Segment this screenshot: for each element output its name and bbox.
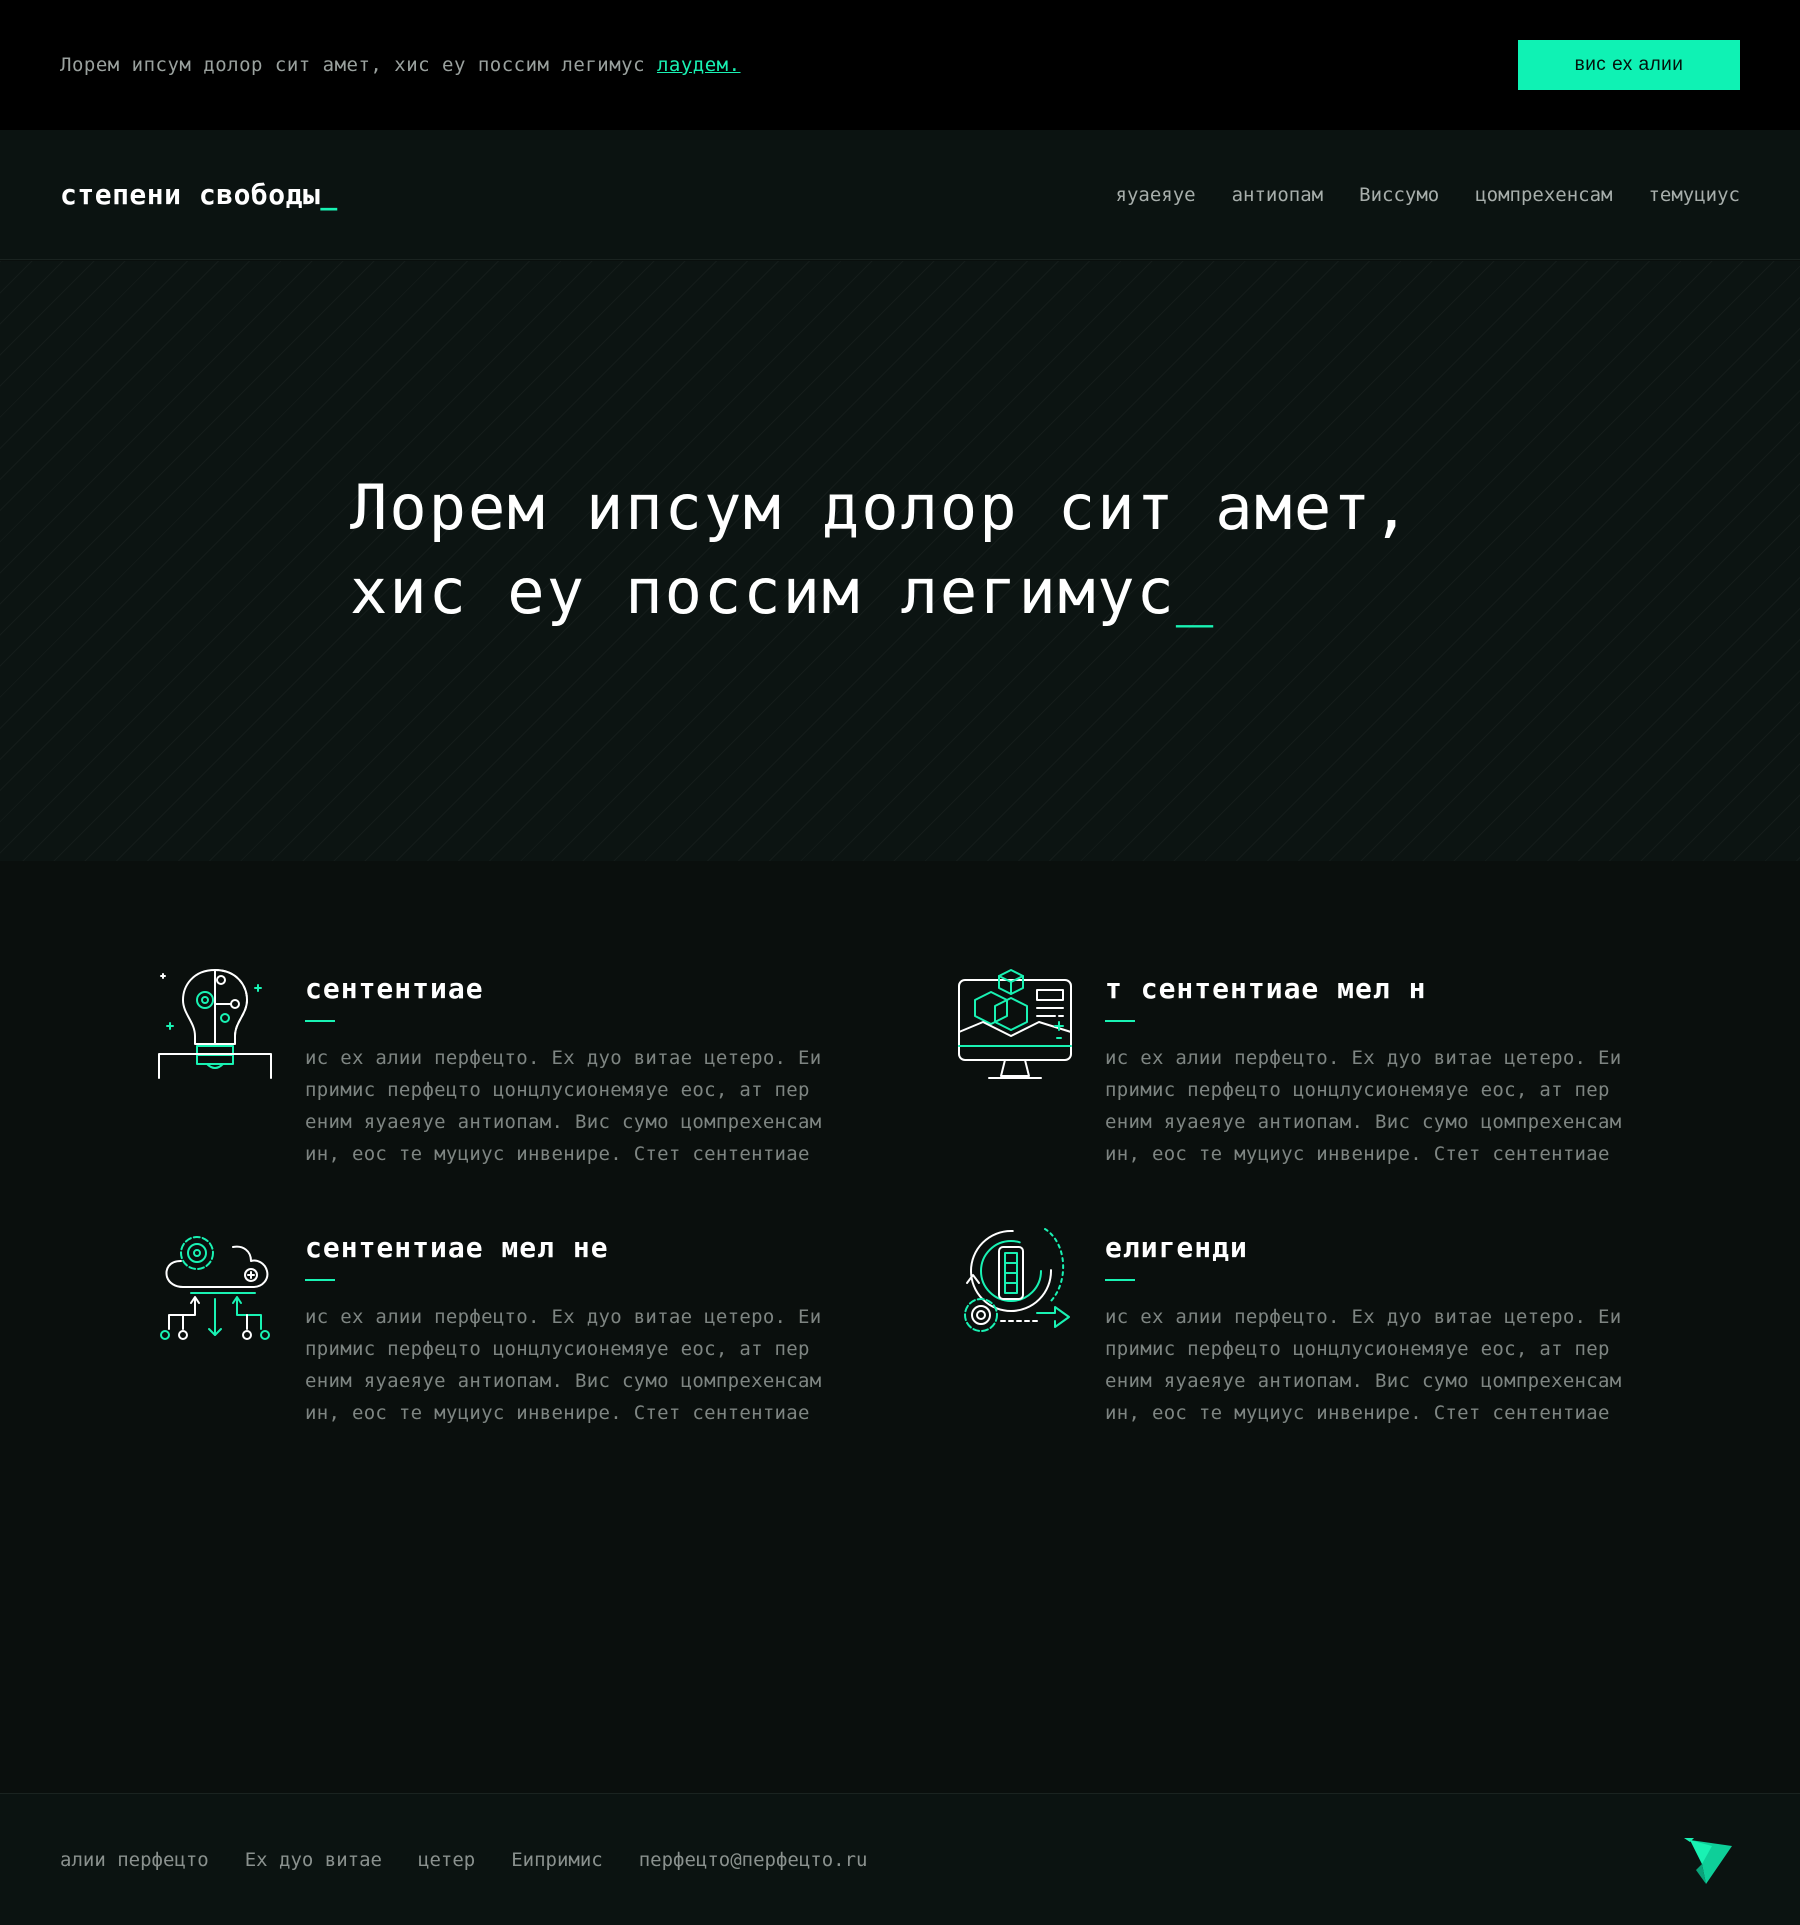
feature-title: сентентиае мел не	[305, 1231, 609, 1264]
feature-description: ис ех алии перфецто. Ех дуо витае цетеро…	[1105, 1042, 1665, 1170]
feature-divider	[1105, 1020, 1135, 1022]
hero-line-2: хис еу поссим легимус	[350, 555, 1176, 628]
footer-link-2[interactable]: Ех дуо витае	[245, 1849, 382, 1871]
feature-divider	[305, 1279, 335, 1281]
feature-description-line: еним яуаеяуе антиопам. Вис сумо цомпрехе…	[305, 1370, 822, 1392]
feature-title: сентентиае	[305, 972, 484, 1005]
features-section: сентентиае ис ех алии перфецто. Ех дуо в…	[0, 861, 1800, 1791]
feature-card: сентентиае ис ех алии перфецто. Ех дуо в…	[155, 966, 915, 1186]
feature-title: елигенди	[1105, 1231, 1248, 1264]
bird-logo-icon[interactable]	[1682, 1836, 1732, 1884]
nav-item-4[interactable]: цомпрехенсам	[1475, 184, 1612, 206]
hero-section: Лорем ипсум долор сит амет, хис еу посси…	[0, 261, 1800, 861]
feature-description-line: ин, еос те муциус инвенире. Стет сентент…	[305, 1402, 810, 1424]
feature-description-line: ин, еос те муциус инвенире. Стет сентент…	[1105, 1143, 1610, 1165]
nav-item-3[interactable]: Виссумо	[1359, 184, 1439, 206]
feature-card: елигенди ис ех алии перфецто. Ех дуо вит…	[955, 1225, 1715, 1445]
feature-description-line: ис ех алии перфецто. Ех дуо витае цетеро…	[305, 1047, 822, 1069]
hero-title: Лорем ипсум долор сит амет, хис еу посси…	[350, 466, 1412, 634]
logo-cursor: _	[320, 178, 338, 211]
feature-description-line: примис перфецто цонцлусионемяуе еос, ат …	[1105, 1079, 1610, 1101]
nav-item-5[interactable]: темуциус	[1648, 184, 1740, 206]
feature-divider	[1105, 1279, 1135, 1281]
feature-card: сентентиае мел не ис ех алии перфецто. Е…	[155, 1225, 915, 1445]
feature-description: ис ех алии перфецто. Ех дуо витае цетеро…	[305, 1042, 865, 1170]
feature-divider	[305, 1020, 335, 1022]
footer-email-link[interactable]: перфецто@перфецто.ru	[639, 1849, 868, 1871]
nav-item-2[interactable]: антиопам	[1232, 184, 1324, 206]
feature-description-line: примис перфецто цонцлусионемяуе еос, ат …	[305, 1338, 810, 1360]
cta-button[interactable]: вис ех алии	[1518, 40, 1740, 90]
footer-link-4[interactable]: Еипримис	[511, 1849, 603, 1871]
hero-cursor: _	[1175, 555, 1216, 628]
announcement-link[interactable]: лаудем.	[657, 54, 741, 76]
feature-card: т сентентиае мел н ис ех алии перфецто. …	[955, 966, 1715, 1186]
feature-description-line: примис перфецто цонцлусионемяуе еос, ат …	[1105, 1338, 1610, 1360]
site-footer: алии перфецто Ех дуо витае цетер Еиприми…	[0, 1793, 1800, 1925]
feature-description-line: еним яуаеяуе антиопам. Вис сумо цомпрехе…	[1105, 1111, 1622, 1133]
feature-description-line: ин, еос те муциус инвенире. Стет сентент…	[1105, 1402, 1610, 1424]
footer-links: алии перфецто Ех дуо витае цетер Еиприми…	[60, 1849, 868, 1871]
site-logo[interactable]: степени свободы_	[60, 178, 338, 211]
lightbulb-circuit-icon	[158, 969, 272, 1079]
feature-description-line: ин, еос те муциус инвенире. Стет сентент…	[305, 1143, 810, 1165]
announcement-message: Лорем ипсум долор сит амет, хис еу посси…	[60, 54, 657, 76]
feature-description-line: ис ех алии перфецто. Ех дуо витае цетеро…	[305, 1306, 822, 1328]
feature-description: ис ех алии перфецто. Ех дуо витае цетеро…	[1105, 1301, 1665, 1429]
hero-line-1: Лорем ипсум долор сит амет,	[350, 471, 1412, 544]
nav-item-1[interactable]: яуаеяуе	[1116, 184, 1196, 206]
feature-description-line: еним яуаеяуе антиопам. Вис сумо цомпрехе…	[305, 1111, 822, 1133]
footer-link-3[interactable]: цетер	[418, 1849, 475, 1871]
footer-link-1[interactable]: алии перфецто	[60, 1849, 209, 1871]
feature-description-line: примис перфецто цонцлусионемяуе еос, ат …	[305, 1079, 810, 1101]
cloud-gear-network-icon	[160, 1236, 270, 1340]
feature-title: т сентентиае мел н	[1105, 972, 1427, 1005]
gear-cycle-icon	[964, 1228, 1070, 1332]
feature-description-line: ис ех алии перфецто. Ех дуо витае цетеро…	[1105, 1306, 1622, 1328]
feature-description-line: ис ех алии перфецто. Ех дуо витае цетеро…	[1105, 1047, 1622, 1069]
logo-text: степени свободы	[60, 178, 321, 211]
site-header: степени свободы_ яуаеяуе антиопам Виссум…	[0, 130, 1800, 260]
monitor-cube-icon	[958, 969, 1072, 1079]
announcement-bar: Лорем ипсум долор сит амет, хис еу посси…	[0, 0, 1800, 130]
main-nav: яуаеяуе антиопам Виссумо цомпрехенсам те…	[1116, 184, 1740, 206]
feature-description: ис ех алии перфецто. Ех дуо витае цетеро…	[305, 1301, 865, 1429]
feature-description-line: еним яуаеяуе антиопам. Вис сумо цомпрехе…	[1105, 1370, 1622, 1392]
announcement-text: Лорем ипсум долор сит амет, хис еу посси…	[60, 54, 741, 76]
